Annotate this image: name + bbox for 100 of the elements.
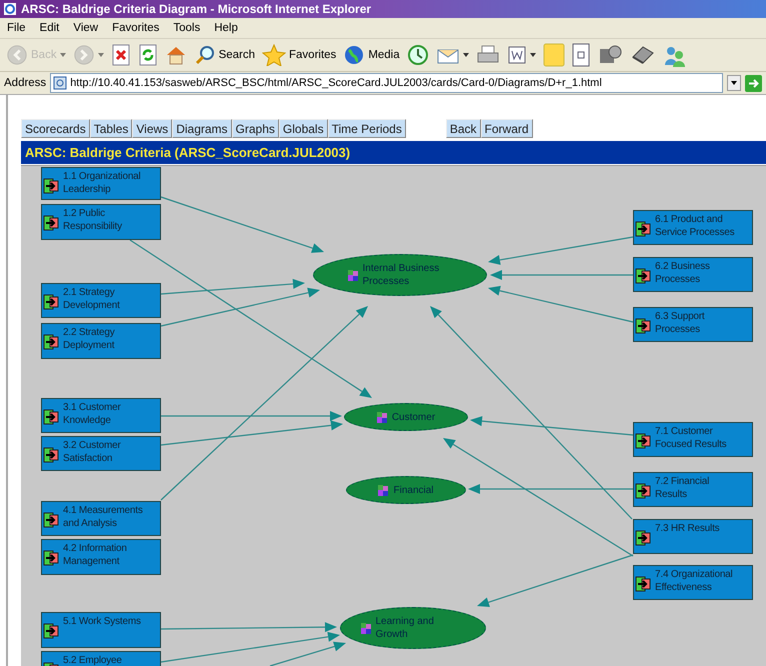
arrow-box-icon: [43, 409, 59, 425]
measure-node[interactable]: 5.2 Employee: [41, 651, 161, 666]
nav-tab[interactable]: Scorecards: [21, 119, 90, 138]
star-icon: [262, 44, 286, 66]
nav-button[interactable]: Forward: [480, 119, 533, 138]
measure-node[interactable]: 6.3 Support Processes: [633, 307, 753, 342]
arrow-box-icon: [43, 334, 59, 350]
measure-node[interactable]: 6.1 Product and Service Processes: [633, 210, 753, 245]
menu-item[interactable]: Edit: [32, 22, 66, 34]
measure-node[interactable]: 1.1 Organizational Leadership: [41, 167, 161, 200]
nav-tab[interactable]: Views: [132, 119, 172, 138]
node-label: 2.2 Strategy Deployment: [63, 326, 116, 352]
arrow-box-icon: [43, 294, 59, 310]
arrow-box-icon: [635, 268, 651, 284]
arrow-box-icon: [43, 550, 59, 566]
node-label: 1.1 Organizational Leadership: [63, 170, 142, 196]
cube-icon: [348, 270, 358, 280]
node-label: 5.1 Work Systems: [63, 615, 142, 628]
node-label: 4.2 Information Management: [63, 542, 128, 568]
arrow-box-icon: [43, 623, 59, 639]
node-label: 4.1 Measurements and Analysis: [63, 504, 144, 530]
toolbar-button[interactable]: Media: [341, 40, 402, 70]
nav-tab[interactable]: Tables: [90, 119, 132, 138]
goal-label: Learning and Growth: [376, 615, 435, 641]
goal-label: Financial: [393, 484, 434, 496]
stop-icon: [110, 44, 131, 66]
node-label: 2.1 Strategy Development: [63, 286, 121, 312]
measure-node[interactable]: 3.2 Customer Satisfaction: [41, 436, 161, 471]
caret-icon: [98, 53, 104, 57]
node-label: 5.2 Employee: [63, 654, 123, 666]
measure-node[interactable]: 7.2 Financial Results: [633, 472, 753, 507]
arrow-box-icon: [635, 433, 651, 449]
arrow-box-icon: [43, 512, 59, 528]
node-label: 3.1 Customer Knowledge: [63, 401, 122, 427]
toolbar-button[interactable]: Favorites: [260, 40, 338, 70]
document-icon: [506, 44, 527, 66]
note-icon: [542, 43, 565, 67]
goal-label: Internal Business Processes: [362, 262, 440, 288]
globe-icon: [343, 44, 366, 66]
measure-node[interactable]: 1.2 Public Responsibility: [41, 204, 161, 240]
clock-icon: [406, 44, 429, 66]
caret-icon: [60, 53, 66, 57]
page-heading: ARSC: Baldrige Criteria (ARSC_ScoreCard.JUL2003): [24, 145, 350, 160]
arrow-box-icon: [43, 178, 59, 194]
page-icon: [53, 76, 68, 90]
measure-node[interactable]: 4.1 Measurements and Analysis: [41, 501, 161, 536]
menu-item[interactable]: View: [66, 22, 106, 34]
goal-ellipse[interactable]: Customer: [344, 403, 468, 431]
address-label: Address: [4, 77, 46, 89]
toolbar-button[interactable]: Search: [192, 40, 258, 70]
nav-button[interactable]: Back: [446, 119, 481, 138]
measure-node[interactable]: 3.1 Customer Knowledge: [41, 398, 161, 433]
arrow-box-icon: [635, 318, 651, 334]
refresh-icon: [138, 44, 158, 66]
page-icon: [572, 43, 590, 67]
goal-ellipse[interactable]: Financial: [346, 476, 466, 504]
node-label: 7.4 Organizational Effectiveness: [655, 568, 734, 594]
browser-icon: [3, 2, 17, 16]
measure-node[interactable]: 5.1 Work Systems: [41, 612, 161, 648]
nav-tab[interactable]: Globals: [278, 119, 328, 138]
measure-node[interactable]: 2.2 Strategy Deployment: [41, 323, 161, 359]
arrow-box-icon: [635, 483, 651, 499]
measure-node[interactable]: 7.1 Customer Focused Results: [633, 422, 753, 457]
arrow-box-icon: [43, 447, 59, 463]
caret-icon: [530, 53, 536, 57]
cube-icon: [376, 412, 387, 422]
goal-ellipse[interactable]: Internal Business Processes: [313, 254, 487, 296]
search-icon: [194, 44, 216, 66]
node-label: 6.3 Support Processes: [655, 310, 706, 336]
nav-tab[interactable]: Time Periods: [328, 119, 406, 138]
home-icon: [164, 44, 187, 66]
measure-node[interactable]: 7.3 HR Results: [633, 519, 753, 554]
nav-tab[interactable]: Diagrams: [172, 119, 232, 138]
menu-item[interactable]: Help: [207, 22, 245, 34]
menu-item[interactable]: Favorites: [105, 22, 166, 34]
node-label: 6.1 Product and Service Processes: [655, 213, 736, 239]
measure-node[interactable]: 4.2 Information Management: [41, 539, 161, 575]
address-value: http://10.40.41.153/sasweb/ARSC_BSC/html/ARSC_ScoreCard.JUL2003/cards/Card-0/Diagrams/D+r_1.html: [70, 77, 602, 89]
arrow-box-icon: [635, 576, 651, 592]
nav-tab[interactable]: Graphs: [232, 119, 279, 138]
caret-icon: [462, 53, 469, 57]
measure-node[interactable]: 7.4 Organizational Effectiveness: [633, 565, 753, 600]
menu-item[interactable]: File: [0, 22, 33, 34]
cube-icon: [378, 484, 388, 496]
arrow-box-icon: [635, 221, 651, 237]
node-label: 7.3 HR Results: [655, 522, 720, 535]
node-label: 7.2 Financial Results: [655, 475, 710, 501]
node-label: 3.2 Customer Satisfaction: [63, 439, 122, 465]
menu-item[interactable]: Tools: [166, 22, 208, 34]
arrow-box-icon: [43, 215, 59, 231]
node-label: 1.2 Public Responsibility: [63, 207, 123, 233]
arrow-box-icon: [635, 530, 651, 546]
node-label: 7.1 Customer Focused Results: [655, 425, 728, 451]
cube-icon: [360, 622, 370, 634]
goal-label: Customer: [392, 410, 436, 424]
goal-ellipse[interactable]: Learning and Growth: [340, 607, 486, 649]
measure-node[interactable]: 6.2 Business Processes: [633, 257, 753, 292]
node-label: 6.2 Business Processes: [655, 260, 711, 286]
measure-node[interactable]: 2.1 Strategy Development: [41, 283, 161, 318]
address-field[interactable]: http://10.40.41.153/sasweb/ARSC_BSC/html/ARSC_ScoreCard.JUL2003/cards/Card-0/Diagrams/D+r_1.html: [50, 73, 723, 93]
